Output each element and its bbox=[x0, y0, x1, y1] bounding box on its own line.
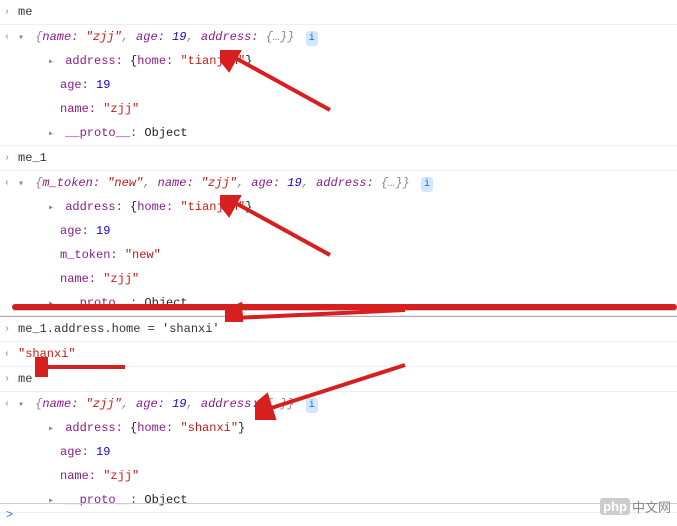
prop-age: age: 19 bbox=[0, 219, 677, 243]
summary-addr-key: address: bbox=[201, 30, 259, 44]
chevron-right-icon: > bbox=[6, 508, 13, 522]
caret-right-icon[interactable]: ▸ bbox=[48, 422, 58, 437]
summary-token-val: "new" bbox=[107, 176, 143, 190]
mtoken-val: "new" bbox=[125, 248, 161, 262]
summary-name-val: "zjj" bbox=[86, 30, 122, 44]
output-value: "shanxi" bbox=[18, 347, 76, 361]
summary-name-key: name: bbox=[42, 30, 78, 44]
home-val: "tianjin" bbox=[180, 200, 245, 214]
prop-mtoken: m_token: "new" bbox=[0, 243, 677, 267]
home-val: "tianjin" bbox=[180, 54, 245, 68]
prop-name: name: "zjj" bbox=[0, 267, 677, 291]
console-input-line[interactable]: › me bbox=[0, 367, 677, 392]
prop-proto[interactable]: ▸ __proto__: Object bbox=[0, 121, 677, 146]
name-key: name: bbox=[60, 102, 96, 116]
age-key: age: bbox=[60, 78, 89, 92]
caret-right-icon[interactable]: ▸ bbox=[48, 127, 58, 142]
summary-age-val: 19 bbox=[172, 30, 186, 44]
chevron-left-icon: ‹ bbox=[4, 347, 10, 362]
console-input-line[interactable]: › me_1.address.home = 'shanxi' bbox=[0, 316, 677, 342]
console-output[interactable]: ‹ ▾ {name: "zjj", age: 19, address: {…}}… bbox=[0, 25, 677, 49]
age-val: 19 bbox=[96, 78, 110, 92]
console-input-line[interactable]: › me_1 bbox=[0, 146, 677, 171]
console-input-text: me_1 bbox=[18, 151, 47, 165]
summary-age-key: age: bbox=[136, 30, 165, 44]
proto-key: __proto__: bbox=[65, 126, 137, 140]
chevron-right-icon: › bbox=[4, 372, 10, 387]
prop-age: age: 19 bbox=[0, 440, 677, 464]
console-prompt[interactable]: > bbox=[0, 503, 677, 526]
chevron-right-icon: › bbox=[4, 322, 10, 337]
prop-address[interactable]: ▸ address: {home: "tianjin"} bbox=[0, 49, 677, 73]
chevron-right-icon: › bbox=[4, 5, 10, 20]
chevron-left-icon: ‹ bbox=[4, 30, 10, 45]
watermark-text: 中文网 bbox=[632, 497, 671, 516]
console-output: ‹ "shanxi" bbox=[0, 342, 677, 367]
prop-name: name: "zjj" bbox=[0, 464, 677, 488]
watermark-icon: php bbox=[600, 498, 630, 515]
console-input-text: me_1.address.home = 'shanxi' bbox=[18, 322, 220, 336]
home-val: "shanxi" bbox=[180, 421, 238, 435]
name-val: "zjj" bbox=[103, 102, 139, 116]
console-output[interactable]: ‹ ▾ {m_token: "new", name: "zjj", age: 1… bbox=[0, 171, 677, 195]
proto-val: Object bbox=[144, 126, 187, 140]
caret-right-icon[interactable]: ▸ bbox=[48, 55, 58, 70]
address-key: address: bbox=[65, 54, 123, 68]
caret-right-icon[interactable]: ▸ bbox=[48, 201, 58, 216]
summary-token-key: m_token: bbox=[42, 176, 100, 190]
home-key: home: bbox=[137, 54, 173, 68]
info-icon[interactable]: i bbox=[306, 31, 318, 46]
prop-name: name: "zjj" bbox=[0, 97, 677, 121]
chevron-left-icon: ‹ bbox=[4, 397, 10, 412]
brace-close: } bbox=[287, 30, 294, 44]
console-input-line[interactable]: › me bbox=[0, 0, 677, 25]
prop-address[interactable]: ▸ address: {home: "tianjin"} bbox=[0, 195, 677, 219]
prop-address[interactable]: ▸ address: {home: "shanxi"} bbox=[0, 416, 677, 440]
console-input-text: me bbox=[18, 372, 32, 386]
info-icon[interactable]: i bbox=[306, 398, 318, 413]
annotation-red-bar bbox=[12, 304, 677, 310]
caret-down-icon[interactable]: ▾ bbox=[18, 177, 28, 192]
caret-down-icon[interactable]: ▾ bbox=[18, 398, 28, 413]
summary-addr-val: {…} bbox=[266, 30, 288, 44]
console-input-text: me bbox=[18, 5, 32, 19]
caret-down-icon[interactable]: ▾ bbox=[18, 31, 28, 46]
console-output[interactable]: ‹ ▾ {name: "zjj", age: 19, address: {…}}… bbox=[0, 392, 677, 416]
chevron-left-icon: ‹ bbox=[4, 176, 10, 191]
watermark: php 中文网 bbox=[600, 497, 671, 516]
chevron-right-icon: › bbox=[4, 151, 10, 166]
prop-age: age: 19 bbox=[0, 73, 677, 97]
info-icon[interactable]: i bbox=[421, 177, 433, 192]
mtoken-key: m_token: bbox=[60, 248, 118, 262]
